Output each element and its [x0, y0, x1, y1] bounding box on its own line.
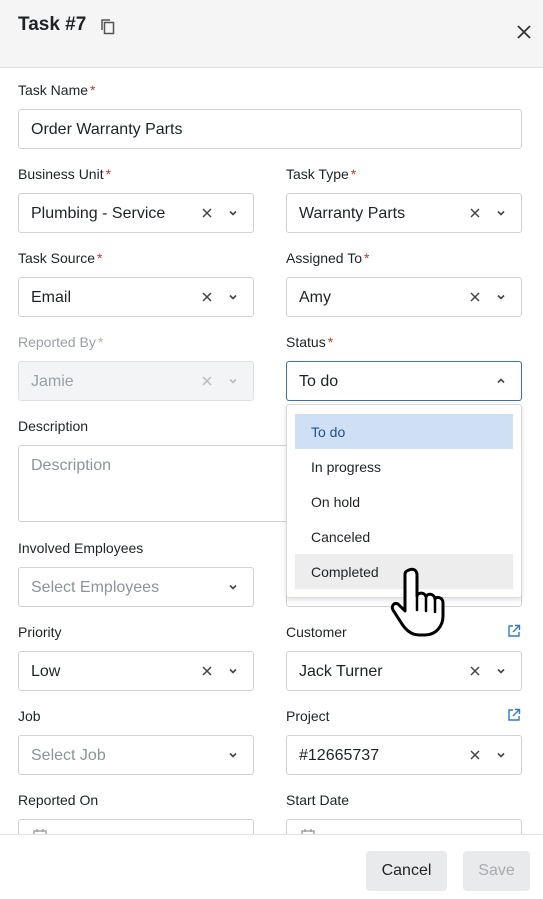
- chevron-down-icon[interactable]: [496, 666, 506, 676]
- clear-icon[interactable]: [469, 207, 481, 219]
- save-button[interactable]: Save: [463, 851, 530, 891]
- hand-pointer-cursor: [390, 567, 445, 637]
- project-label: Project: [286, 708, 330, 724]
- modal-header: Task #7: [0, 0, 543, 68]
- priority-value: Low: [31, 663, 61, 680]
- project-select[interactable]: #12665737: [286, 735, 522, 775]
- priority-label: Priority: [18, 624, 62, 640]
- chevron-down-icon[interactable]: [228, 292, 238, 302]
- job-label: Job: [18, 708, 41, 724]
- task-source-value: Email: [31, 289, 72, 306]
- chevron-down-icon[interactable]: [496, 750, 506, 760]
- clear-icon[interactable]: [469, 291, 481, 303]
- copy-icon[interactable]: [100, 18, 116, 36]
- task-type-label: Task Type *: [286, 166, 357, 182]
- assigned-to-label: Assigned To *: [286, 250, 370, 266]
- job-placeholder: Select Job: [31, 747, 106, 764]
- priority-select[interactable]: Low: [18, 651, 254, 691]
- project-value: #12665737: [299, 747, 380, 764]
- reported-by-label: Reported By *: [18, 334, 104, 350]
- status-select[interactable]: To do: [286, 361, 522, 401]
- involved-employees-label: Involved Employees: [18, 540, 144, 556]
- involved-employees-placeholder: Select Employees: [31, 579, 160, 596]
- customer-value: Jack Turner: [299, 663, 383, 680]
- customer-label: Customer: [286, 624, 347, 640]
- cancel-button[interactable]: Cancel: [366, 851, 447, 891]
- clear-icon[interactable]: [469, 749, 481, 761]
- chevron-down-icon[interactable]: [228, 208, 238, 218]
- description-placeholder: Description: [31, 457, 112, 474]
- clear-icon[interactable]: [201, 665, 213, 677]
- task-name-label: Task Name *: [18, 82, 96, 98]
- clear-icon[interactable]: [469, 665, 481, 677]
- status-option-in-progress[interactable]: In progress: [295, 449, 513, 484]
- status-option-canceled[interactable]: Canceled: [295, 519, 513, 554]
- job-select[interactable]: Select Job: [18, 735, 254, 775]
- involved-employees-select[interactable]: Select Employees: [18, 567, 254, 607]
- description-label: Description: [18, 418, 89, 434]
- reported-on-label: Reported On: [18, 792, 99, 808]
- chevron-down-icon[interactable]: [228, 582, 238, 592]
- task-name-value: Order Warranty Parts: [31, 121, 183, 138]
- chevron-down-icon[interactable]: [496, 208, 506, 218]
- modal-footer: Cancel Save: [0, 834, 543, 899]
- external-link-icon[interactable]: [507, 624, 521, 638]
- reported-by-select: Jamie: [18, 361, 254, 401]
- task-source-label: Task Source *: [18, 250, 103, 266]
- task-source-select[interactable]: Email: [18, 277, 254, 317]
- status-value: To do: [299, 373, 339, 390]
- task-name-input[interactable]: Order Warranty Parts: [18, 109, 522, 149]
- start-date-label: Start Date: [286, 792, 350, 808]
- chevron-up-icon[interactable]: [496, 376, 506, 386]
- chevron-down-icon[interactable]: [228, 750, 238, 760]
- chevron-down-icon[interactable]: [496, 292, 506, 302]
- task-type-value: Warranty Parts: [299, 205, 406, 222]
- status-option-on-hold[interactable]: On hold: [295, 484, 513, 519]
- modal-title: Task #7: [18, 14, 87, 35]
- customer-select[interactable]: Jack Turner: [286, 651, 522, 691]
- external-link-icon[interactable]: [507, 708, 521, 722]
- task-type-select[interactable]: Warranty Parts: [286, 193, 522, 233]
- business-unit-value: Plumbing - Service: [31, 205, 166, 222]
- assigned-to-select[interactable]: Amy: [286, 277, 522, 317]
- chevron-down-icon[interactable]: [228, 666, 238, 676]
- assigned-to-value: Amy: [299, 289, 331, 306]
- chevron-down-icon: [229, 378, 237, 384]
- clear-icon[interactable]: [201, 291, 213, 303]
- status-option-to-do[interactable]: To do: [295, 414, 513, 449]
- close-icon[interactable]: [516, 24, 532, 40]
- clear-icon[interactable]: [201, 207, 213, 219]
- reported-by-value: Jamie: [31, 373, 74, 390]
- clear-icon: [202, 376, 212, 386]
- business-unit-label: Business Unit *: [18, 166, 112, 182]
- status-label: Status *: [286, 334, 334, 350]
- business-unit-select[interactable]: Plumbing - Service: [18, 193, 254, 233]
